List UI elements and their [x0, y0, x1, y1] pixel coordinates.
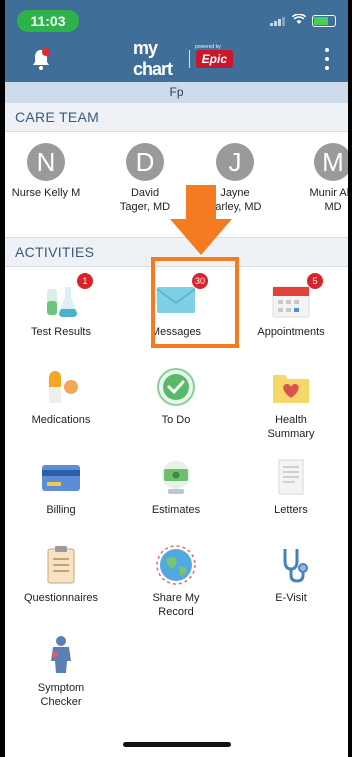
tile-label: Medications [31, 414, 91, 426]
badge-count: 5 [307, 273, 323, 289]
activity-symptom-checker[interactable]: Symptom Checker [5, 635, 117, 709]
avatar: M [314, 143, 348, 181]
battery-icon [312, 15, 336, 27]
share-globe-icon [154, 545, 198, 585]
tile-label: Symptom Checker [37, 682, 85, 708]
logo-mychart-text: my chart [133, 38, 173, 79]
body-icon [39, 635, 83, 675]
activity-test-results[interactable]: 1 Test Results [5, 273, 117, 339]
status-time: 11:03 [17, 10, 79, 32]
money-globe-icon [154, 457, 198, 497]
patient-name-bar[interactable]: Fp [5, 82, 348, 102]
pill-icon [39, 367, 83, 407]
avatar: D [126, 143, 164, 181]
member-name: Nurse Kelly M [11, 187, 81, 199]
care-team-member[interactable]: M Munir AhrMD [288, 143, 348, 214]
more-menu-icon[interactable] [324, 48, 330, 70]
member-name: Munir AhrMD [309, 187, 348, 213]
activity-questionnaires[interactable]: Questionnaires [5, 545, 117, 605]
tile-label: Billing [46, 504, 76, 516]
app-header: 11:03 my chart Epic powered by [5, 0, 348, 82]
badge-count: 1 [77, 273, 93, 289]
heart-folder-icon [269, 367, 313, 407]
tile-label: Test Results [31, 326, 91, 338]
phone-screen: 11:03 my chart Epic powered by Fp CARE T… [5, 0, 348, 757]
tile-label: Questionnaires [24, 592, 98, 604]
avatar: N [27, 143, 65, 181]
credit-card-icon [39, 457, 83, 497]
messages-highlight-box [151, 257, 239, 348]
activities-title: ACTIVITIES [15, 244, 95, 260]
status-icons [270, 12, 336, 30]
care-team-member[interactable]: N Nurse Kelly M [5, 143, 91, 200]
avatar: J [216, 143, 254, 181]
stethoscope-icon [269, 545, 313, 585]
wifi-icon [291, 13, 307, 28]
tile-label: To Do [161, 414, 191, 426]
logo-powered-by: powered by [195, 44, 221, 50]
letter-icon [269, 457, 313, 497]
activity-to-do[interactable]: To Do [120, 367, 232, 427]
tile-label: E-Visit [275, 592, 307, 604]
test-tubes-icon: 1 [39, 273, 93, 319]
logo-epic-text: Epic [195, 50, 233, 68]
activity-e-visit[interactable]: E-Visit [235, 545, 347, 605]
activity-health-summary[interactable]: Health Summary [235, 367, 347, 441]
home-indicator[interactable] [123, 742, 231, 747]
activity-billing[interactable]: Billing [5, 457, 117, 517]
tile-label: Letters [274, 504, 308, 516]
activity-estimates[interactable]: Estimates [120, 457, 232, 517]
calendar-icon: 5 [269, 273, 323, 319]
tile-label: Share My Record [152, 592, 200, 618]
checkmark-icon [154, 367, 198, 407]
tile-label: Estimates [151, 504, 201, 516]
notification-bell-icon[interactable] [30, 47, 52, 71]
activity-medications[interactable]: Medications [5, 367, 117, 427]
activity-letters[interactable]: Letters [235, 457, 347, 517]
signal-icon [270, 16, 286, 26]
activity-appointments[interactable]: 5 Appointments [235, 273, 347, 339]
clipboard-icon [39, 545, 83, 585]
activity-share-my-record[interactable]: Share My Record [120, 545, 232, 619]
bottom-safe-area [5, 714, 348, 757]
down-arrow-annotation [170, 185, 232, 260]
care-team-title: CARE TEAM [15, 109, 100, 125]
care-team-header: CARE TEAM [5, 102, 348, 132]
tile-label: Health Summary [267, 414, 315, 440]
tile-label: Appointments [257, 326, 325, 338]
